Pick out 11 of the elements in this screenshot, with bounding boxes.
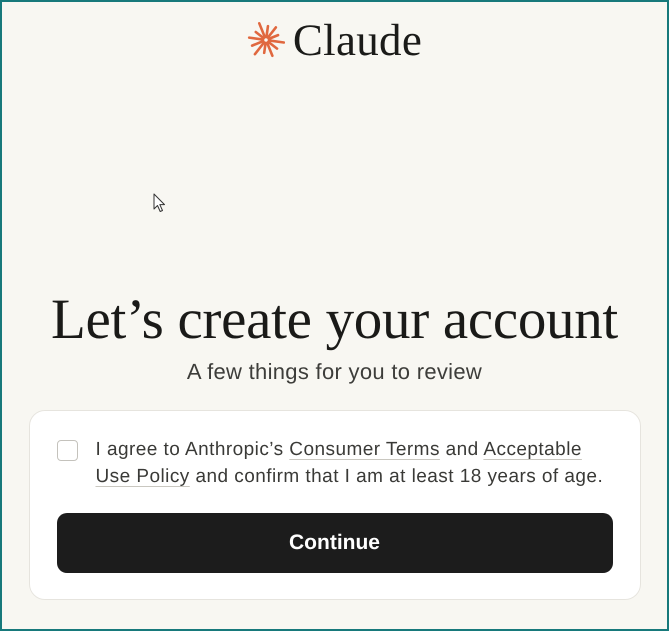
mouse-cursor-icon (153, 193, 166, 213)
continue-button[interactable]: Continue (56, 513, 612, 573)
agreement-checkbox[interactable] (56, 440, 78, 461)
terms-link[interactable]: Consumer Terms (289, 439, 440, 460)
agreement-text: I agree to Anthropic’s Consumer Terms and Acceptable Use Policy and confirm that I am at least 18 years of age. (96, 438, 604, 489)
terms-link[interactable]: Acceptable (483, 439, 582, 460)
page-heading: Let’s create your account (51, 290, 618, 350)
logo-wordmark: Claude (292, 19, 422, 61)
sparkle-logo-icon (246, 21, 285, 59)
terms-link[interactable]: Use Policy (96, 466, 190, 487)
page-subtitle: A few things for you to review (186, 360, 482, 384)
